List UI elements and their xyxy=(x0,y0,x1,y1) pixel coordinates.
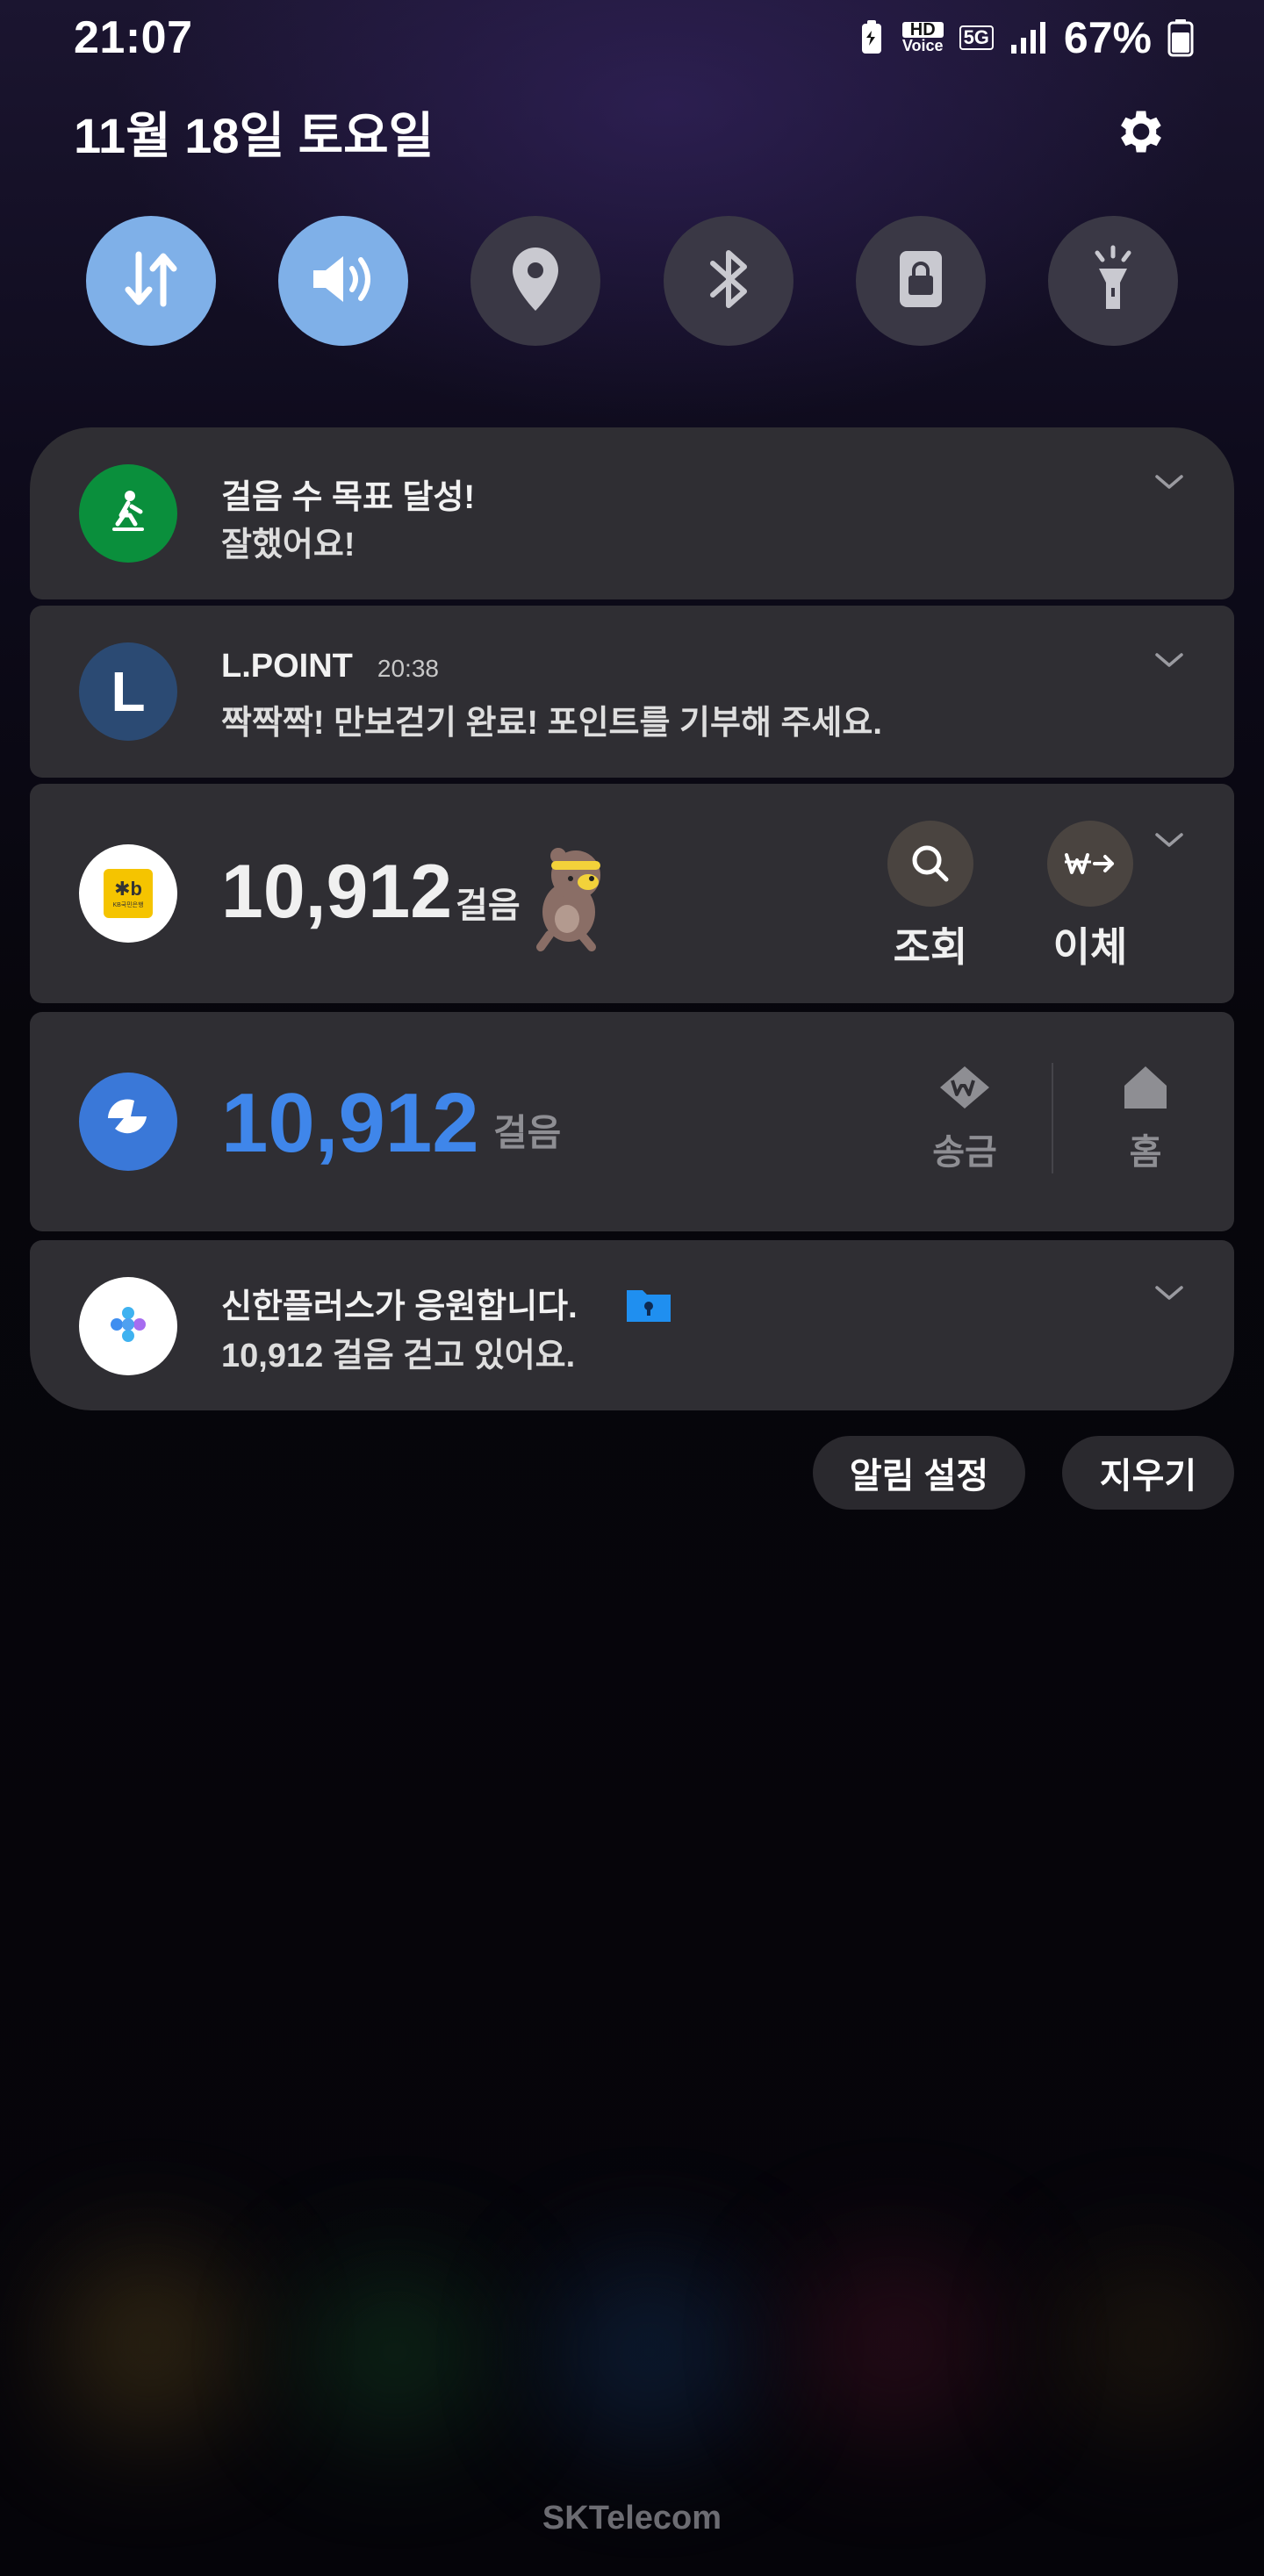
toss-home-label: 홈 xyxy=(1129,1133,1162,1172)
transfer-won-icon xyxy=(1047,821,1133,907)
bluetooth-icon xyxy=(704,244,753,319)
toss-step-count: 10,912 xyxy=(221,1076,479,1170)
kb-transfer-button[interactable]: 이체 xyxy=(1038,821,1143,973)
notification-toss-steps[interactable]: 10,912 걸음 송금 홈 xyxy=(30,1012,1234,1231)
notification-title: 신한플러스가 응원합니다. xyxy=(221,1288,578,1325)
walking-person-icon xyxy=(102,485,154,542)
notification-body: 10,912 걸음 걷고 있어요. xyxy=(221,1338,576,1374)
notification-title: 걸음 수 목표 달성! xyxy=(221,479,476,516)
secure-folder-icon xyxy=(625,1285,672,1332)
location-pin-icon xyxy=(507,244,564,319)
chevron-down-icon[interactable] xyxy=(1152,822,1187,857)
chevron-down-icon[interactable] xyxy=(1152,464,1187,499)
toss-step-unit: 걸음 xyxy=(493,1112,562,1153)
clear-all-button[interactable]: 지우기 xyxy=(1062,1436,1234,1510)
toggle-bluetooth[interactable] xyxy=(663,216,794,346)
toggle-screen-lock[interactable] xyxy=(855,216,986,346)
carrier-label: SKTelecom xyxy=(542,2500,722,2537)
toss-send-button[interactable]: 송금 xyxy=(916,1063,1013,1174)
won-send-icon xyxy=(937,1066,993,1116)
signal-strength-icon xyxy=(1009,20,1048,55)
kb-step-count: 10,912 걸음 xyxy=(221,850,521,934)
battery-saver-icon xyxy=(857,18,887,57)
notification-step-goal[interactable]: 걸음 수 목표 달성! 잘했어요! xyxy=(30,427,1234,599)
arrows-up-down-icon xyxy=(118,246,184,317)
lock-icon xyxy=(893,246,949,317)
lpoint-letter: L xyxy=(111,660,146,723)
toss-home-button[interactable]: 홈 xyxy=(1097,1063,1194,1174)
hd-voice-icon: HD Voice xyxy=(901,20,944,54)
status-bar: 21:07 HD Voice 5G 67% xyxy=(74,7,1194,68)
notification-app-row: L.POINT 20:38 xyxy=(221,648,439,685)
kb-transfer-label: 이체 xyxy=(1052,924,1128,970)
search-icon xyxy=(887,821,973,907)
kb-logo-icon: ✱b KB국민은행 xyxy=(104,869,153,918)
app-name: L.POINT xyxy=(221,648,353,685)
home-icon xyxy=(1119,1066,1172,1116)
flashlight-icon xyxy=(1085,242,1141,320)
chevron-down-icon[interactable] xyxy=(1152,642,1187,678)
notification-settings-button[interactable]: 알림 설정 xyxy=(813,1436,1025,1510)
notification-kb-steps[interactable]: ✱b KB국민은행 10,912 걸음 조회 이체 xyxy=(30,784,1234,1003)
kb-inquiry-label: 조회 xyxy=(893,924,968,970)
shinhan-plus-icon xyxy=(106,1302,150,1351)
status-icons: HD Voice 5G 67% xyxy=(857,12,1194,63)
notification-body: 잘했어요! xyxy=(221,527,356,563)
notification-shinhan[interactable]: 신한플러스가 응원합니다. 10,912 걸음 걷고 있어요. xyxy=(30,1240,1234,1410)
kb-inquiry-button[interactable]: 조회 xyxy=(878,821,983,973)
toggle-sound[interactable] xyxy=(278,216,409,346)
battery-percent: 67% xyxy=(1063,13,1152,62)
kb-step-unit: 걸음 xyxy=(456,886,521,925)
kb-bank-avatar: ✱b KB국민은행 xyxy=(79,844,177,943)
battery-icon xyxy=(1167,18,1194,57)
toss-avatar xyxy=(79,1073,177,1171)
toggle-flashlight[interactable] xyxy=(1047,216,1178,346)
divider xyxy=(1052,1063,1053,1173)
settings-gear-icon[interactable] xyxy=(1113,104,1169,160)
shinhan-avatar xyxy=(79,1277,177,1375)
notification-lpoint[interactable]: L L.POINT 20:38 짝짝짝! 만보걷기 완료! 포인트를 기부해 주세… xyxy=(30,606,1234,778)
toggle-location[interactable] xyxy=(470,216,601,346)
toss-send-label: 송금 xyxy=(932,1133,997,1172)
date-label: 11월 18일 토요일 xyxy=(74,108,434,163)
toggle-mobile-data[interactable] xyxy=(86,216,216,346)
network-5g-icon: 5G xyxy=(959,25,994,50)
notification-time: 20:38 xyxy=(377,655,439,682)
notification-title-row: 신한플러스가 응원합니다. xyxy=(221,1279,672,1332)
toss-logo-icon xyxy=(97,1094,159,1151)
samsung-health-avatar xyxy=(79,464,177,563)
chevron-down-icon[interactable] xyxy=(1152,1275,1187,1310)
speaker-icon xyxy=(306,246,380,317)
notification-body: 짝짝짝! 만보걷기 완료! 포인트를 기부해 주세요. xyxy=(221,705,882,742)
quick-settings-row xyxy=(86,216,1178,346)
bear-mascot-icon xyxy=(514,840,628,954)
lpoint-avatar: L xyxy=(79,642,177,741)
status-time: 21:07 xyxy=(74,12,193,63)
